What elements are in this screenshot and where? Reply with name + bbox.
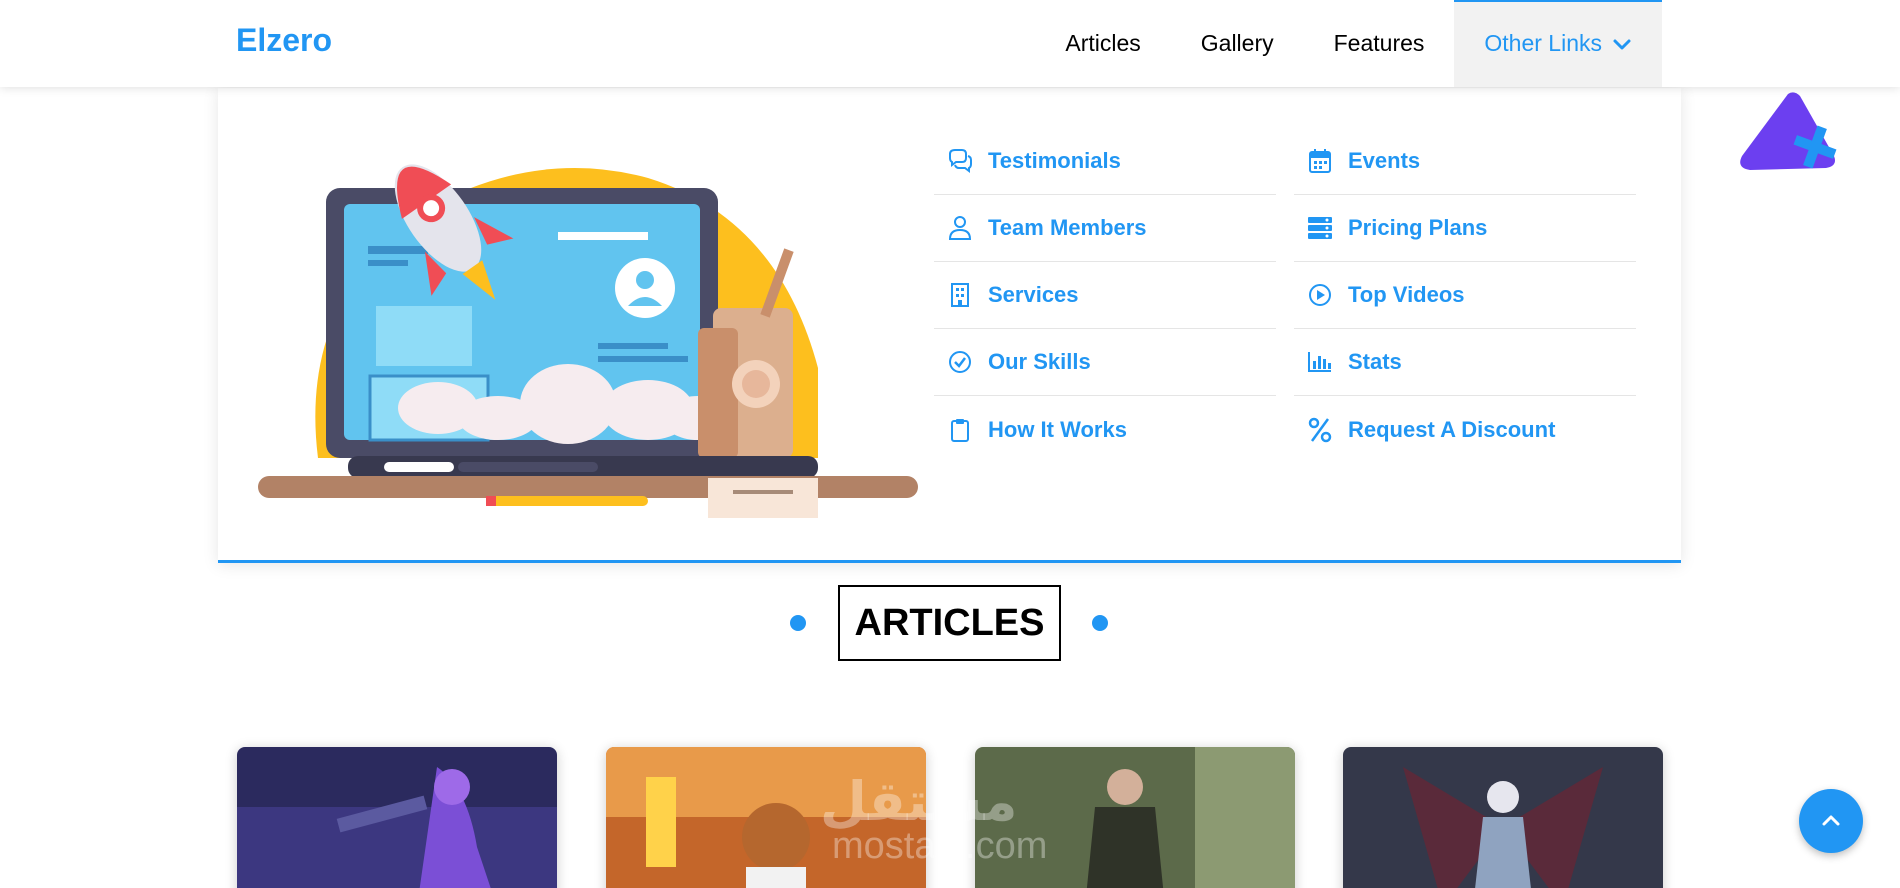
nav-link-gallery[interactable]: Gallery: [1171, 0, 1304, 87]
nav-link-label: Gallery: [1200, 30, 1274, 56]
nav-link-articles[interactable]: Articles: [1035, 0, 1170, 87]
mega-link-request-a-discount[interactable]: Request A Discount: [1294, 396, 1636, 463]
check-circle-icon: [946, 348, 974, 376]
mega-link-label: Request A Discount: [1348, 416, 1556, 442]
mega-link-team-members[interactable]: Team Members: [934, 195, 1276, 262]
nav-link-label: Articles: [1065, 30, 1141, 56]
title-dot-right: [1092, 615, 1108, 631]
clipboard-icon: [946, 416, 974, 444]
mega-menu-column-1: Testimonials Team Members Services Our S…: [934, 128, 1276, 463]
mega-link-top-videos[interactable]: Top Videos: [1294, 262, 1636, 329]
mega-menu-column-2: Events Pricing Plans Top Videos Stats Re…: [1294, 128, 1636, 463]
mega-link-label: Stats: [1348, 349, 1402, 374]
mega-link-label: Events: [1348, 148, 1421, 173]
building-icon: [946, 281, 974, 309]
server-icon: [1306, 214, 1334, 242]
title-dot-left: [790, 615, 806, 631]
nav-link-label: Other Links: [1484, 30, 1602, 56]
calendar-icon: [1306, 147, 1334, 175]
mega-link-label: Team Members: [988, 215, 1147, 240]
mega-link-label: Our Skills: [988, 349, 1091, 374]
mega-link-stats[interactable]: Stats: [1294, 329, 1636, 396]
watermark-arabic: مستقل: [820, 772, 1018, 832]
article-image: [237, 747, 557, 888]
percent-icon: [1306, 416, 1334, 444]
mega-link-pricing-plans[interactable]: Pricing Plans: [1294, 195, 1636, 262]
nav-link-label: Features: [1333, 30, 1425, 56]
nav-link-features[interactable]: Features: [1304, 0, 1455, 87]
comments-icon: [946, 147, 974, 175]
mega-link-label: How It Works: [988, 416, 1127, 442]
chart-bar-icon: [1306, 348, 1334, 376]
mega-link-testimonials[interactable]: Testimonials: [934, 128, 1276, 195]
play-circle-icon: [1306, 281, 1334, 309]
main-nav: Articles Gallery Features Other Links: [1035, 0, 1662, 87]
mega-link-label: Testimonials: [988, 148, 1121, 173]
chevron-down-icon: [1613, 39, 1631, 49]
mega-link-label: Services: [988, 282, 1079, 307]
site-header: Elzero Articles Gallery Features Other L…: [0, 0, 1900, 87]
article-card-image[interactable]: [237, 747, 557, 888]
mega-link-how-it-works[interactable]: How It Works: [934, 396, 1276, 463]
scroll-to-top-button[interactable]: [1799, 789, 1863, 853]
watermark-latin: mostaql.com: [832, 825, 1048, 867]
mega-link-label: Pricing Plans: [1348, 215, 1488, 240]
article-image: [1343, 747, 1663, 888]
mega-link-our-skills[interactable]: Our Skills: [934, 329, 1276, 396]
article-card-image[interactable]: [1343, 747, 1663, 888]
mega-link-events[interactable]: Events: [1294, 128, 1636, 195]
mega-menu: Testimonials Team Members Services Our S…: [218, 88, 1681, 563]
mega-link-services[interactable]: Services: [934, 262, 1276, 329]
mega-link-label: Top Videos: [1348, 282, 1465, 307]
logo[interactable]: Elzero: [236, 22, 332, 59]
rocket-laptop-illustration: [258, 164, 918, 518]
section-title: ARTICLES: [838, 585, 1061, 661]
nav-link-other-links[interactable]: Other Links: [1454, 0, 1662, 87]
triangle-plus-shape: [1740, 92, 1837, 170]
user-icon: [946, 214, 974, 242]
chevron-up-icon: [1822, 815, 1840, 826]
